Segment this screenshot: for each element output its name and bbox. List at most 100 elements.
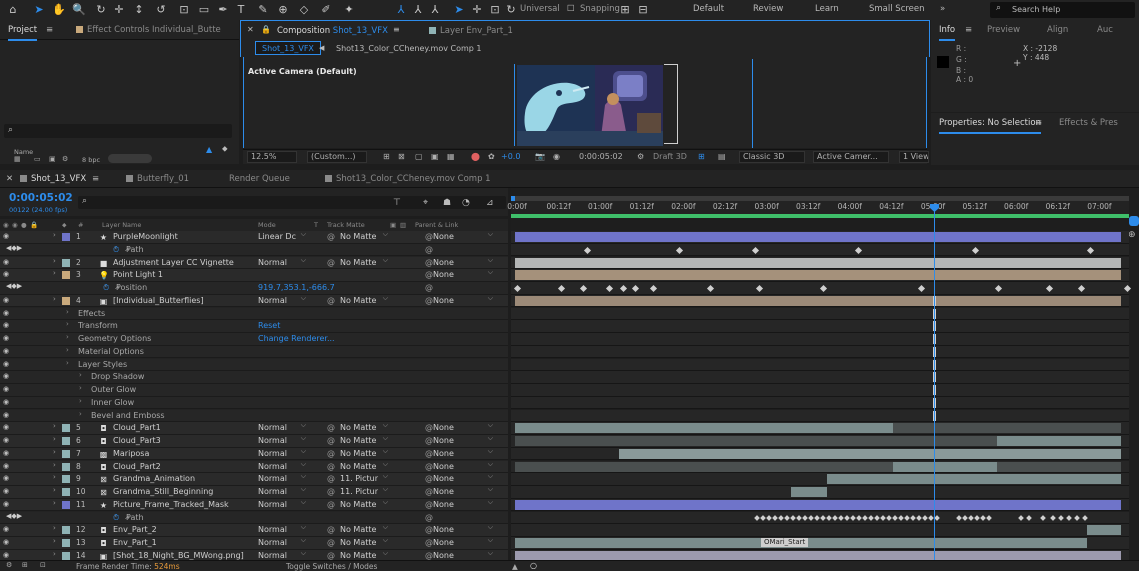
blend-mode-select[interactable]: Normal — [258, 487, 306, 497]
parent-select[interactable]: None — [433, 268, 493, 280]
property-row[interactable]: › Material Options ◉ — [0, 345, 508, 359]
visibility-eye-icon[interactable]: ◉ — [3, 322, 12, 329]
layer-duration-bar[interactable] — [515, 295, 1121, 306]
graph-editor-icon[interactable]: ⊿ — [486, 198, 494, 208]
camera-snapshot-icon[interactable]: 📷 — [535, 152, 545, 161]
tab-butterfly[interactable]: Butterfly_01 — [126, 174, 189, 184]
keyframe[interactable] — [994, 284, 1003, 293]
layer-label-color[interactable] — [62, 500, 70, 509]
layer-duration-bar[interactable] — [997, 436, 1121, 446]
parent-pickwhip-icon[interactable]: @ — [425, 423, 433, 432]
visibility-eye-icon[interactable]: ◉ — [3, 347, 12, 355]
layer-label-color[interactable] — [62, 271, 70, 280]
hand-tool-icon[interactable]: ✋ — [52, 3, 66, 17]
orbit-tool-icon[interactable]: ↻ — [94, 3, 108, 17]
tab-align[interactable]: Align — [1047, 25, 1068, 35]
grid-icon[interactable]: ⊠ — [398, 152, 405, 161]
color-management-icon[interactable]: ✿ — [488, 152, 495, 161]
layer-label-color[interactable] — [62, 488, 70, 496]
layer-row[interactable]: ◉›8◘Cloud_Part2Normal@No Matte@None — [0, 460, 508, 474]
layer-duration-bar[interactable] — [791, 487, 827, 497]
layer-row[interactable]: ◉›9⊠Grandma_AnimationNormal@11. Pictur@N… — [0, 472, 508, 486]
parent-pickwhip-icon[interactable]: @ — [425, 449, 433, 458]
tab-menu-icon[interactable]: ≡ — [965, 25, 972, 35]
visibility-eye-icon[interactable]: ◉ — [3, 398, 12, 406]
expand-caret-icon[interactable]: › — [66, 308, 69, 316]
track-row[interactable] — [511, 282, 1132, 295]
expand-icon[interactable]: ⊞ — [22, 561, 28, 569]
blend-mode-select[interactable]: Normal — [258, 525, 306, 535]
pan-tool-icon[interactable]: ✛ — [112, 3, 126, 17]
blend-mode-select[interactable]: Normal — [258, 500, 306, 510]
type-tool-icon[interactable]: T — [234, 3, 248, 17]
region-of-interest-icon[interactable]: ▣ — [431, 152, 439, 161]
keyframe[interactable] — [1045, 284, 1054, 293]
visibility-eye-icon[interactable]: ◉ — [3, 386, 12, 393]
property-row[interactable]: › ⏱ ⩘ ◀◆▶ Path @ — [0, 511, 508, 525]
zoom-slider-thumb[interactable]: ○ — [530, 561, 537, 570]
visibility-eye-icon[interactable]: ◉ — [3, 233, 12, 240]
keyframe[interactable] — [1040, 514, 1046, 521]
property-row[interactable]: › Layer Styles ◉ — [0, 358, 508, 372]
zoom-select[interactable]: 12.5% — [247, 151, 297, 163]
parent-pickwhip-icon[interactable]: @ — [425, 487, 433, 496]
tab-layer[interactable]: Layer Env_Part_1 — [429, 26, 513, 36]
track-row[interactable] — [511, 243, 1129, 257]
home-icon[interactable]: ⌂ — [6, 3, 20, 17]
expand-caret-icon[interactable]: › — [53, 422, 56, 430]
expand-caret-icon[interactable]: › — [53, 257, 56, 265]
tab-effect-controls[interactable]: Effect Controls Individual_Butte — [76, 25, 221, 35]
zoom-slider-handle[interactable] — [1129, 216, 1139, 226]
expand-caret-icon[interactable]: › — [66, 346, 69, 354]
track-matte-select[interactable]: No Matte — [340, 462, 388, 472]
layer-label-color[interactable] — [62, 296, 70, 305]
workspace-default[interactable]: Default — [693, 4, 724, 14]
track-row[interactable] — [511, 307, 1129, 321]
shy-layers-icon[interactable]: ☗ — [443, 198, 451, 208]
visibility-eye-icon[interactable]: ◉ — [3, 411, 12, 419]
keyframe[interactable] — [971, 246, 980, 254]
track-row[interactable] — [511, 524, 1129, 537]
close-icon[interactable]: ✕ — [6, 174, 13, 184]
matte-pickwhip-icon[interactable]: @ — [327, 436, 335, 445]
brush-tool-icon[interactable]: ✎ — [256, 3, 270, 17]
motion-blur-icon[interactable]: ◔ — [462, 198, 470, 208]
layer-row[interactable]: ◉›11★Picture_Frame_Tracked_MaskNormal@No… — [0, 498, 508, 512]
layer-duration-bar[interactable] — [515, 423, 893, 434]
mode-column[interactable]: Mode — [258, 221, 276, 229]
layer-row[interactable]: ◉ › 4 ▣ [Individual_Butterflies] Normal @ No Ma… — [0, 294, 508, 308]
tab-effects-presets[interactable]: Effects & Pres — [1059, 118, 1118, 128]
local-axis-icon[interactable]: ⅄ — [394, 3, 408, 17]
layer-duration-bar[interactable] — [515, 257, 1121, 268]
layer-label-color[interactable] — [62, 233, 70, 241]
track-row[interactable] — [511, 320, 1129, 333]
zoom-tool-icon[interactable]: 🔍 — [72, 3, 86, 17]
track-row[interactable] — [511, 435, 1129, 448]
keyframe[interactable] — [1058, 514, 1064, 521]
timeline-search-input[interactable]: ⌕ — [78, 196, 506, 209]
layer-row[interactable]: ◉›12◘Env_Part_2Normal@No Matte@None — [0, 523, 508, 537]
tab-color-comp[interactable]: Shot13_Color_CCheney.mov Comp 1 — [325, 174, 491, 184]
property-row[interactable]: › Bevel and Emboss ◉ — [0, 409, 508, 423]
thumbnail-size-slider[interactable] — [108, 154, 152, 163]
keyframe[interactable] — [1082, 514, 1088, 521]
layer-row[interactable]: ◉ › 3 💡 Point Light 1 @ None — [0, 268, 508, 282]
visibility-eye-icon[interactable]: ◉ — [3, 449, 12, 457]
property-row[interactable]: › Inner Glow ◉ — [0, 396, 508, 410]
graph-icon[interactable]: ⊡ — [40, 561, 46, 569]
track-matte-column[interactable]: Track Matte — [327, 221, 365, 229]
new-folder-icon[interactable]: ▭ — [34, 155, 41, 163]
track-matte-select[interactable]: No Matte — [340, 258, 388, 268]
tab-composition[interactable]: Composition Shot_13_VFX — [277, 26, 388, 36]
keyframe[interactable] — [649, 284, 658, 293]
expand-caret-icon[interactable]: › — [53, 295, 56, 303]
keyframe[interactable] — [706, 284, 715, 293]
layer-label-color[interactable] — [62, 475, 70, 484]
matte-pickwhip-icon[interactable]: @ — [327, 296, 335, 305]
property-row[interactable]: › Geometry Options Change Renderer... ◉ — [0, 333, 508, 346]
property-row[interactable]: › Effects ◉ — [0, 307, 508, 321]
matte-pickwhip-icon[interactable]: @ — [327, 449, 335, 458]
matte-pickwhip-icon[interactable]: @ — [327, 423, 335, 432]
time-ruler[interactable]: 0:00f 00:12f 01:00f 01:12f 02:00f 02:12f 03:00… — [507, 196, 1129, 214]
extended-viewer-icon[interactable]: ⊞ — [698, 152, 705, 161]
